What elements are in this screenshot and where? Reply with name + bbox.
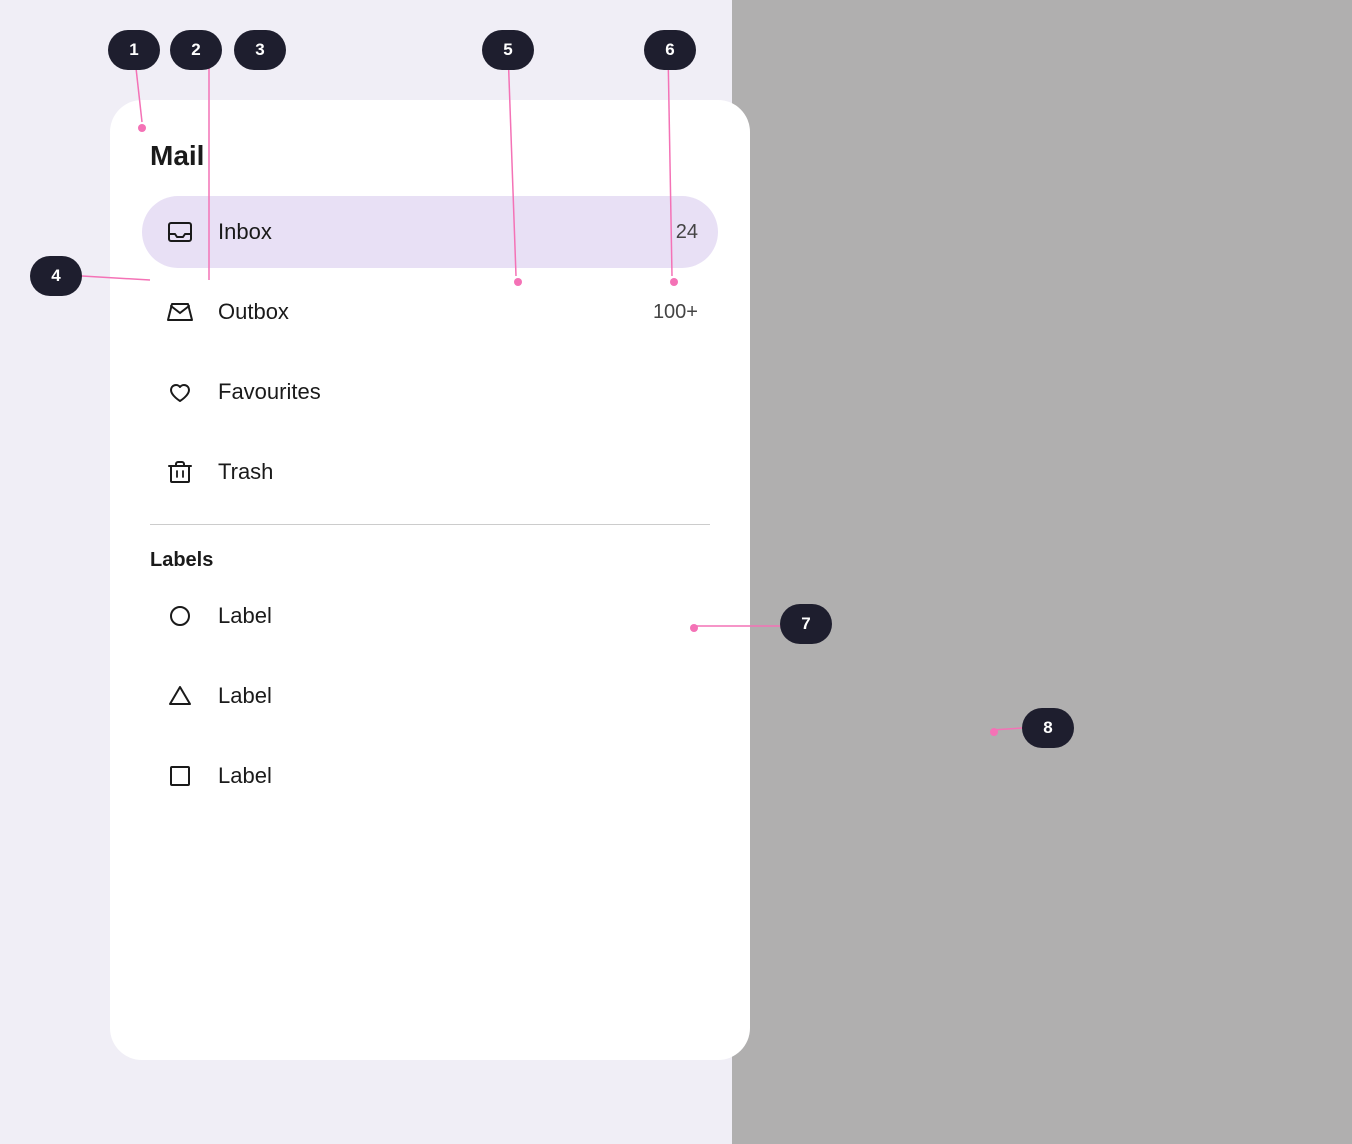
right-panel <box>732 0 1352 1144</box>
dot-8 <box>990 728 998 736</box>
annotation-1: 1 <box>108 30 160 70</box>
sidebar-item-favourites[interactable]: Favourites <box>142 356 718 428</box>
sidebar-item-label3[interactable]: Label <box>142 740 718 812</box>
square-icon <box>162 758 198 794</box>
labels-section-title: Labels <box>142 549 718 572</box>
inbox-badge: 24 <box>676 221 698 244</box>
annotation-8: 8 <box>1022 708 1074 748</box>
sidebar-item-trash[interactable]: Trash <box>142 436 718 508</box>
annotation-2: 2 <box>170 30 222 70</box>
annotation-6: 6 <box>644 30 696 70</box>
sidebar-title: Mail <box>142 140 718 172</box>
trash-label: Trash <box>218 459 678 485</box>
outbox-badge: 100+ <box>653 301 698 324</box>
heart-icon <box>162 374 198 410</box>
sidebar-item-label1[interactable]: Label <box>142 580 718 652</box>
dot-5 <box>514 278 522 286</box>
outbox-label: Outbox <box>218 299 633 325</box>
triangle-icon <box>162 678 198 714</box>
dot-7 <box>690 624 698 632</box>
sidebar: Mail Inbox 24 Outbox 100+ Favourites <box>110 100 750 1060</box>
annotation-5: 5 <box>482 30 534 70</box>
divider <box>150 524 710 525</box>
sidebar-item-label2[interactable]: Label <box>142 660 718 732</box>
circle-icon <box>162 598 198 634</box>
annotation-4: 4 <box>30 256 82 296</box>
annotation-3: 3 <box>234 30 286 70</box>
label2-text: Label <box>218 683 698 709</box>
sidebar-item-outbox[interactable]: Outbox 100+ <box>142 276 718 348</box>
favourites-label: Favourites <box>218 379 678 405</box>
sidebar-item-inbox[interactable]: Inbox 24 <box>142 196 718 268</box>
outbox-icon <box>162 294 198 330</box>
inbox-label: Inbox <box>218 219 656 245</box>
annotation-7: 7 <box>780 604 832 644</box>
dot-6 <box>670 278 678 286</box>
label3-text: Label <box>218 763 698 789</box>
dot-1 <box>138 124 146 132</box>
label1-text: Label <box>218 603 698 629</box>
trash-icon <box>162 454 198 490</box>
inbox-icon <box>162 214 198 250</box>
